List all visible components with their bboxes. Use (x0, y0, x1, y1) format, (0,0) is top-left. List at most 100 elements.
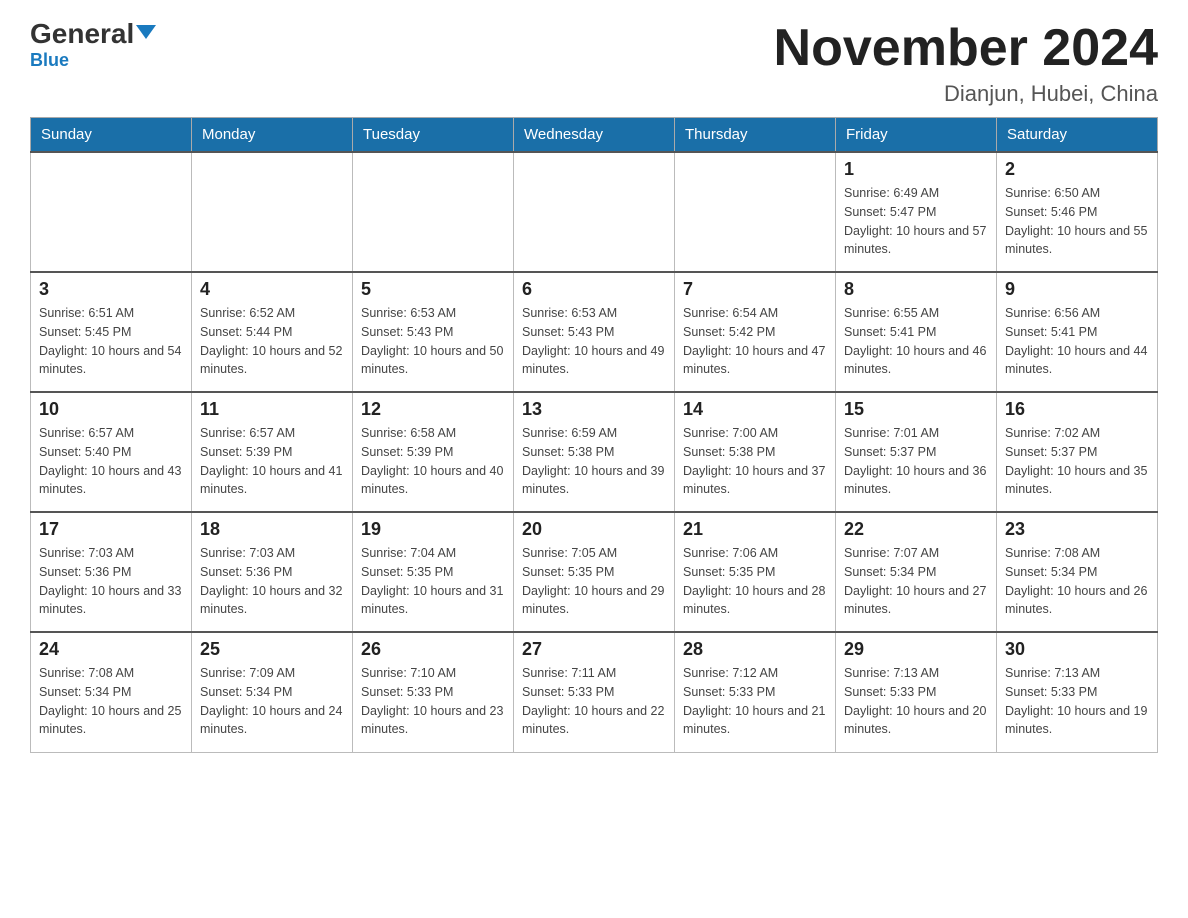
calendar-cell (675, 152, 836, 272)
day-info: Sunrise: 7:12 AMSunset: 5:33 PMDaylight:… (683, 664, 827, 739)
day-info: Sunrise: 6:49 AMSunset: 5:47 PMDaylight:… (844, 184, 988, 259)
calendar-header-tuesday: Tuesday (353, 118, 514, 153)
calendar-cell: 29Sunrise: 7:13 AMSunset: 5:33 PMDayligh… (836, 632, 997, 752)
calendar-cell: 16 Sunrise: 7:02 AMSunset: 5:37 PMDayligh… (997, 392, 1158, 512)
calendar-cell: 26Sunrise: 7:10 AMSunset: 5:33 PMDayligh… (353, 632, 514, 752)
day-info: Sunrise: 7:09 AMSunset: 5:34 PMDaylight:… (200, 664, 344, 739)
day-info: Sunrise: 6:57 AMSunset: 5:39 PMDaylight:… (200, 424, 344, 499)
calendar-cell: 8 Sunrise: 6:55 AMSunset: 5:41 PMDaylight… (836, 272, 997, 392)
logo-triangle-icon (136, 25, 156, 39)
week-row-5: 24Sunrise: 7:08 AMSunset: 5:34 PMDayligh… (31, 632, 1158, 752)
day-info: Sunrise: 7:05 AMSunset: 5:35 PMDaylight:… (522, 544, 666, 619)
page-header: General Blue November 2024 Dianjun, Hube… (30, 20, 1158, 107)
day-info: Sunrise: 6:59 AMSunset: 5:38 PMDaylight:… (522, 424, 666, 499)
calendar-header-monday: Monday (192, 118, 353, 153)
day-number: 16 (1005, 399, 1149, 420)
day-info: Sunrise: 6:50 AMSunset: 5:46 PMDaylight:… (1005, 184, 1149, 259)
calendar-cell: 4 Sunrise: 6:52 AMSunset: 5:44 PMDaylight… (192, 272, 353, 392)
day-number: 17 (39, 519, 183, 540)
day-number: 4 (200, 279, 344, 300)
day-info: Sunrise: 7:11 AMSunset: 5:33 PMDaylight:… (522, 664, 666, 739)
calendar-cell: 3Sunrise: 6:51 AMSunset: 5:45 PMDaylight… (31, 272, 192, 392)
logo-subtitle: Blue (30, 50, 69, 71)
day-number: 15 (844, 399, 988, 420)
day-number: 29 (844, 639, 988, 660)
day-number: 27 (522, 639, 666, 660)
day-number: 18 (200, 519, 344, 540)
day-info: Sunrise: 7:01 AMSunset: 5:37 PMDaylight:… (844, 424, 988, 499)
calendar-header-row: SundayMondayTuesdayWednesdayThursdayFrid… (31, 118, 1158, 153)
calendar-cell (31, 152, 192, 272)
day-number: 7 (683, 279, 827, 300)
calendar-cell: 20 Sunrise: 7:05 AMSunset: 5:35 PMDayligh… (514, 512, 675, 632)
month-title: November 2024 (774, 20, 1158, 77)
day-info: Sunrise: 6:58 AMSunset: 5:39 PMDaylight:… (361, 424, 505, 499)
calendar-cell: 15 Sunrise: 7:01 AMSunset: 5:37 PMDayligh… (836, 392, 997, 512)
day-number: 23 (1005, 519, 1149, 540)
day-number: 1 (844, 159, 988, 180)
calendar-cell: 17Sunrise: 7:03 AMSunset: 5:36 PMDayligh… (31, 512, 192, 632)
calendar-header-thursday: Thursday (675, 118, 836, 153)
day-info: Sunrise: 6:51 AMSunset: 5:45 PMDaylight:… (39, 304, 183, 379)
day-number: 2 (1005, 159, 1149, 180)
logo-text: General (30, 20, 156, 48)
day-number: 21 (683, 519, 827, 540)
calendar-cell (192, 152, 353, 272)
week-row-4: 17 Sunrise: 7:03 AMSunset: 5:36 PMDayligh… (31, 512, 1158, 632)
calendar-cell: 13 Sunrise: 6:59 AMSunset: 5:38 PMDayligh… (514, 392, 675, 512)
calendar-cell: 21 Sunrise: 7:06 AMSunset: 5:35 PMDayligh… (675, 512, 836, 632)
day-info: Sunrise: 6:53 AMSunset: 5:43 PMDaylight:… (522, 304, 666, 379)
calendar-cell: 23 Sunrise: 7:08 AMSunset: 5:34 PMDayligh… (997, 512, 1158, 632)
calendar-cell: 22Sunrise: 7:07 AMSunset: 5:34 PMDayligh… (836, 512, 997, 632)
day-info: Sunrise: 7:02 AMSunset: 5:37 PMDaylight:… (1005, 424, 1149, 499)
day-number: 14 (683, 399, 827, 420)
day-info: Sunrise: 6:54 AMSunset: 5:42 PMDaylight:… (683, 304, 827, 379)
calendar-cell (353, 152, 514, 272)
calendar-cell: 18 Sunrise: 7:03 AMSunset: 5:36 PMDayligh… (192, 512, 353, 632)
day-info: Sunrise: 7:13 AMSunset: 5:33 PMDaylight:… (1005, 664, 1149, 739)
calendar-cell: 2 Sunrise: 6:50 AMSunset: 5:46 PMDaylight… (997, 152, 1158, 272)
week-row-2: 3Sunrise: 6:51 AMSunset: 5:45 PMDaylight… (31, 272, 1158, 392)
week-row-1: 1 Sunrise: 6:49 AMSunset: 5:47 PMDaylight… (31, 152, 1158, 272)
day-number: 20 (522, 519, 666, 540)
calendar-cell: 25 Sunrise: 7:09 AMSunset: 5:34 PMDayligh… (192, 632, 353, 752)
calendar-cell: 19Sunrise: 7:04 AMSunset: 5:35 PMDayligh… (353, 512, 514, 632)
day-number: 24 (39, 639, 183, 660)
calendar-header-saturday: Saturday (997, 118, 1158, 153)
logo: General Blue (30, 20, 156, 71)
day-number: 13 (522, 399, 666, 420)
day-info: Sunrise: 6:52 AMSunset: 5:44 PMDaylight:… (200, 304, 344, 379)
day-info: Sunrise: 6:53 AMSunset: 5:43 PMDaylight:… (361, 304, 505, 379)
day-info: Sunrise: 7:06 AMSunset: 5:35 PMDaylight:… (683, 544, 827, 619)
calendar-cell: 1 Sunrise: 6:49 AMSunset: 5:47 PMDaylight… (836, 152, 997, 272)
day-number: 25 (200, 639, 344, 660)
calendar-cell: 11Sunrise: 6:57 AMSunset: 5:39 PMDayligh… (192, 392, 353, 512)
calendar-cell: 10Sunrise: 6:57 AMSunset: 5:40 PMDayligh… (31, 392, 192, 512)
day-info: Sunrise: 7:03 AMSunset: 5:36 PMDaylight:… (200, 544, 344, 619)
day-number: 5 (361, 279, 505, 300)
day-info: Sunrise: 7:08 AMSunset: 5:34 PMDaylight:… (1005, 544, 1149, 619)
day-info: Sunrise: 6:57 AMSunset: 5:40 PMDaylight:… (39, 424, 183, 499)
title-section: November 2024 Dianjun, Hubei, China (774, 20, 1158, 107)
day-info: Sunrise: 6:56 AMSunset: 5:41 PMDaylight:… (1005, 304, 1149, 379)
week-row-3: 10Sunrise: 6:57 AMSunset: 5:40 PMDayligh… (31, 392, 1158, 512)
day-info: Sunrise: 6:55 AMSunset: 5:41 PMDaylight:… (844, 304, 988, 379)
day-info: Sunrise: 7:00 AMSunset: 5:38 PMDaylight:… (683, 424, 827, 499)
day-info: Sunrise: 7:10 AMSunset: 5:33 PMDaylight:… (361, 664, 505, 739)
day-number: 8 (844, 279, 988, 300)
calendar-cell: 24Sunrise: 7:08 AMSunset: 5:34 PMDayligh… (31, 632, 192, 752)
day-number: 28 (683, 639, 827, 660)
calendar-table: SundayMondayTuesdayWednesdayThursdayFrid… (30, 117, 1158, 753)
day-number: 22 (844, 519, 988, 540)
day-number: 6 (522, 279, 666, 300)
calendar-cell: 6 Sunrise: 6:53 AMSunset: 5:43 PMDaylight… (514, 272, 675, 392)
calendar-header-wednesday: Wednesday (514, 118, 675, 153)
calendar-cell (514, 152, 675, 272)
calendar-cell: 30Sunrise: 7:13 AMSunset: 5:33 PMDayligh… (997, 632, 1158, 752)
day-number: 12 (361, 399, 505, 420)
calendar-cell: 9Sunrise: 6:56 AMSunset: 5:41 PMDaylight… (997, 272, 1158, 392)
calendar-cell: 12 Sunrise: 6:58 AMSunset: 5:39 PMDayligh… (353, 392, 514, 512)
calendar-header-friday: Friday (836, 118, 997, 153)
calendar-header-sunday: Sunday (31, 118, 192, 153)
calendar-cell: 28 Sunrise: 7:12 AMSunset: 5:33 PMDayligh… (675, 632, 836, 752)
